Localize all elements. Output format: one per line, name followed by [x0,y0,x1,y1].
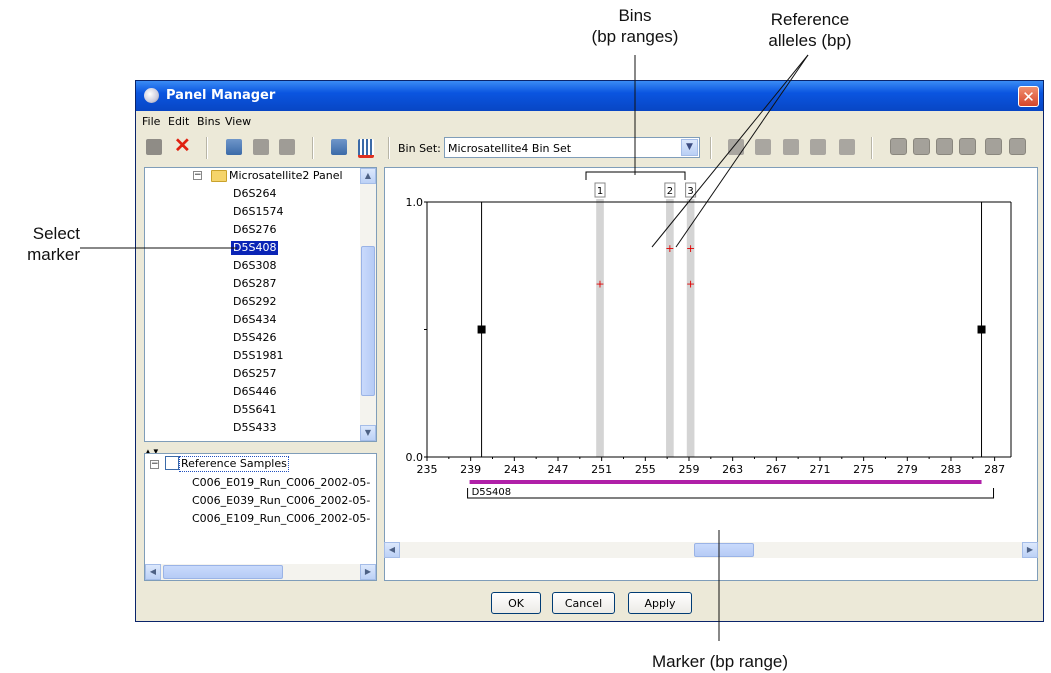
reference-leader-1 [651,54,809,248]
callout-lines [80,54,809,641]
reference-leader-2 [675,54,809,248]
